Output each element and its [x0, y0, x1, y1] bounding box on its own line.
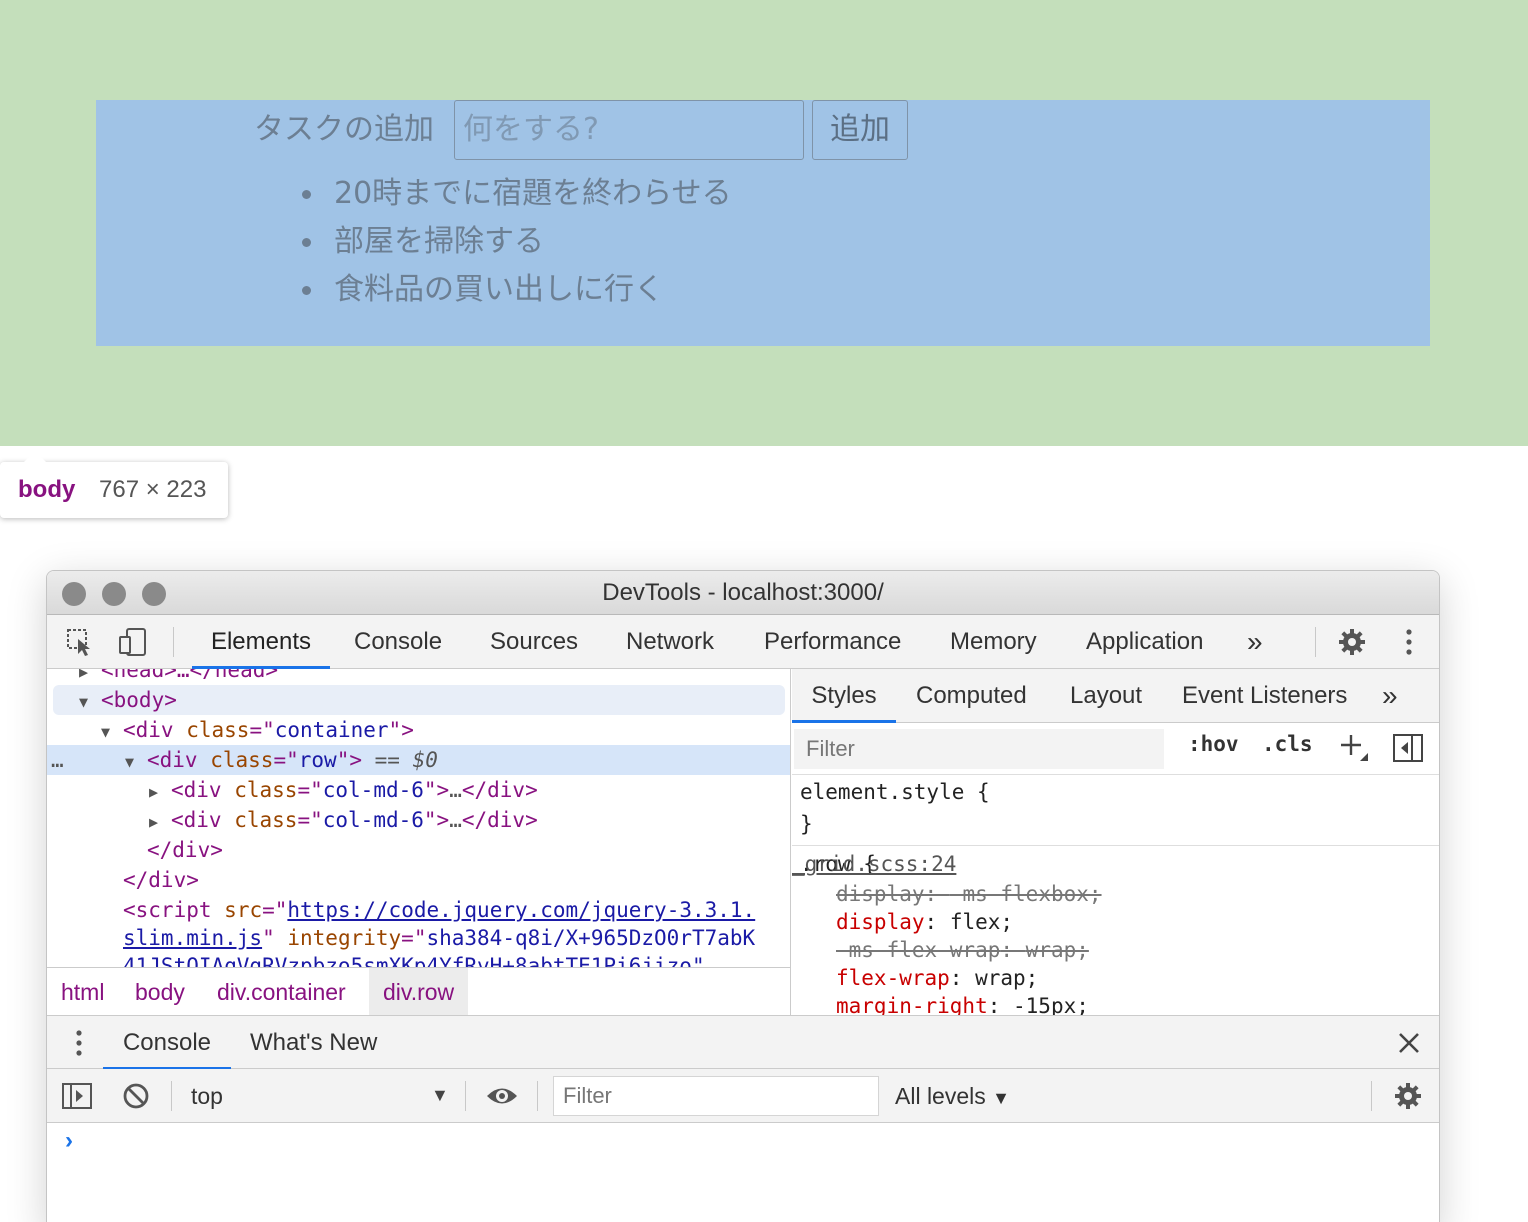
- cls-toggle[interactable]: .cls: [1262, 732, 1313, 756]
- tab-console[interactable]: Console: [354, 615, 442, 669]
- collapse-triangle-icon[interactable]: ▶: [149, 777, 171, 807]
- new-style-rule-icon[interactable]: [1338, 731, 1368, 768]
- task-input[interactable]: 何をする?: [454, 100, 804, 160]
- drawer-tabbar: Console What's New: [47, 1015, 1439, 1070]
- dom-node-container-close[interactable]: </div>: [47, 865, 790, 895]
- tab-network[interactable]: Network: [626, 615, 714, 669]
- styles-filter-input[interactable]: Filter: [794, 729, 1164, 769]
- tab-styles[interactable]: Styles: [792, 669, 896, 723]
- dom-node-container[interactable]: ▼ <div class="container">: [47, 715, 790, 747]
- css-declaration[interactable]: -ms-flex-wrap: wrap;: [836, 935, 1089, 965]
- more-tabs-icon[interactable]: »: [1247, 615, 1263, 669]
- drawer-menu-icon[interactable]: [67, 1028, 91, 1063]
- toggle-sidebar-icon[interactable]: [1392, 733, 1424, 768]
- inspect-tooltip: body 767 × 223: [0, 451, 228, 518]
- dom-node-head[interactable]: ▶ <head>…</head>: [47, 669, 790, 685]
- list-item: 食料品の買い出しに行く: [300, 268, 732, 316]
- breadcrumb-html[interactable]: html: [61, 968, 104, 1015]
- breadcrumb-body[interactable]: body: [135, 968, 185, 1015]
- tab-elements[interactable]: Elements: [192, 615, 330, 669]
- settings-gear-icon[interactable]: [1337, 627, 1367, 662]
- add-task-button[interactable]: 追加: [812, 100, 908, 160]
- breadcrumb-div-row[interactable]: div.row: [369, 968, 469, 1015]
- tab-performance[interactable]: Performance: [764, 615, 901, 669]
- dom-node-script[interactable]: <script src="https://code.jquery.com/jqu…: [47, 895, 790, 925]
- script-src-link[interactable]: slim.min.js: [123, 926, 262, 950]
- css-declaration[interactable]: margin-right: -15px;: [836, 991, 1089, 1015]
- drawer-tab-whats-new[interactable]: What's New: [250, 1016, 377, 1070]
- close-drawer-icon[interactable]: [1397, 1031, 1421, 1060]
- node-actions-icon[interactable]: …: [47, 745, 125, 775]
- tab-layout[interactable]: Layout: [1070, 669, 1142, 723]
- console-settings-gear-icon[interactable]: [1393, 1081, 1423, 1116]
- toolbar-divider: [1371, 1081, 1372, 1111]
- console-toolbar: top ▼ Filter All levels ▼: [47, 1069, 1439, 1123]
- devtools-window: DevTools - localhost:3000/ Elements Cons…: [46, 570, 1440, 1222]
- css-declaration[interactable]: display: flex;: [836, 907, 1013, 937]
- toolbar-divider: [171, 1081, 172, 1111]
- element-style-selector[interactable]: element.style {: [800, 777, 990, 807]
- dom-node-row[interactable]: … ▼ <div class="row"> == $0: [47, 745, 790, 777]
- styles-filter-bar: Filter :hov .cls: [792, 723, 1439, 775]
- add-task-label: タスクの追加: [254, 112, 434, 147]
- sidebar-toggle-icon[interactable]: [61, 1081, 93, 1116]
- main-toolbar: Elements Console Sources Network Perform…: [47, 615, 1439, 669]
- tab-computed[interactable]: Computed: [916, 669, 1027, 723]
- list-item: 部屋を掃除する: [300, 220, 732, 268]
- element-style-close: }: [800, 812, 813, 836]
- dom-node-col-1[interactable]: ▶ <div class="col-md-6">…</div>: [47, 775, 790, 807]
- tab-memory[interactable]: Memory: [950, 615, 1037, 669]
- collapse-triangle-icon[interactable]: ▶: [149, 807, 171, 837]
- inspect-element-icon[interactable]: [65, 627, 95, 662]
- toolbar-divider: [1315, 627, 1316, 657]
- task-list: 20時までに宿題を終わらせる 部屋を掃除する 食料品の買い出しに行く: [300, 172, 732, 316]
- breadcrumb: html body div.container div.row: [47, 967, 790, 1015]
- drawer-tab-console[interactable]: Console: [103, 1016, 231, 1070]
- dom-node-row-close[interactable]: </div>: [47, 835, 790, 865]
- expand-triangle-icon[interactable]: ▼: [101, 717, 123, 747]
- log-levels-select[interactable]: All levels ▼: [895, 1069, 1010, 1123]
- rule-source-link[interactable]: _grid.scss:24: [792, 849, 1437, 879]
- context-select[interactable]: top: [191, 1069, 223, 1123]
- styles-pane: Styles Computed Layout Event Listeners »…: [792, 669, 1439, 1015]
- script-src-link[interactable]: https://code.jquery.com/jquery-3.3.1.: [287, 898, 755, 922]
- tab-event-listeners[interactable]: Event Listeners: [1182, 669, 1347, 723]
- list-item: 20時までに宿題を終わらせる: [300, 172, 732, 220]
- device-toolbar-icon[interactable]: [117, 627, 149, 662]
- dom-node-col-2[interactable]: ▶ <div class="col-md-6">…</div>: [47, 805, 790, 837]
- more-options-icon[interactable]: [1397, 627, 1421, 662]
- dom-node-body[interactable]: ▼ <body>: [47, 685, 790, 717]
- tab-application[interactable]: Application: [1086, 615, 1203, 669]
- more-style-tabs-icon[interactable]: »: [1382, 669, 1398, 723]
- hov-toggle[interactable]: :hov: [1188, 732, 1239, 756]
- breadcrumb-div-container[interactable]: div.container: [217, 968, 346, 1015]
- rule-divider: [792, 845, 1439, 846]
- live-expression-eye-icon[interactable]: [485, 1081, 519, 1116]
- chevron-down-icon: ▼: [992, 1088, 1010, 1108]
- tooltip-size: 767 × 223: [99, 476, 207, 503]
- console-filter-input[interactable]: Filter: [553, 1076, 879, 1116]
- toolbar-divider: [537, 1081, 538, 1111]
- dom-node-script-cont[interactable]: slim.min.js" integrity="sha384-q8i/X+965…: [47, 923, 790, 953]
- toolbar-divider: [465, 1081, 466, 1111]
- expand-triangle-icon[interactable]: ▼: [125, 747, 147, 777]
- console-prompt-icon[interactable]: ›: [65, 1127, 73, 1155]
- css-declaration[interactable]: flex-wrap: wrap;: [836, 963, 1038, 993]
- window-title: DevTools - localhost:3000/: [602, 579, 884, 606]
- styles-tabbar: Styles Computed Layout Event Listeners »: [792, 669, 1439, 723]
- chevron-down-icon[interactable]: ▼: [431, 1085, 449, 1106]
- clear-console-icon[interactable]: [121, 1081, 151, 1116]
- css-declaration[interactable]: display: -ms-flexbox;: [836, 879, 1102, 909]
- window-titlebar: DevTools - localhost:3000/: [47, 571, 1439, 615]
- toolbar-divider: [173, 627, 174, 657]
- tooltip-tag: body: [18, 476, 76, 503]
- expand-triangle-icon[interactable]: ▼: [79, 687, 101, 717]
- tab-sources[interactable]: Sources: [490, 615, 578, 669]
- elements-dom-tree: ▶ <head>…</head> ▼ <body> ▼ <div class="con…: [47, 669, 791, 1015]
